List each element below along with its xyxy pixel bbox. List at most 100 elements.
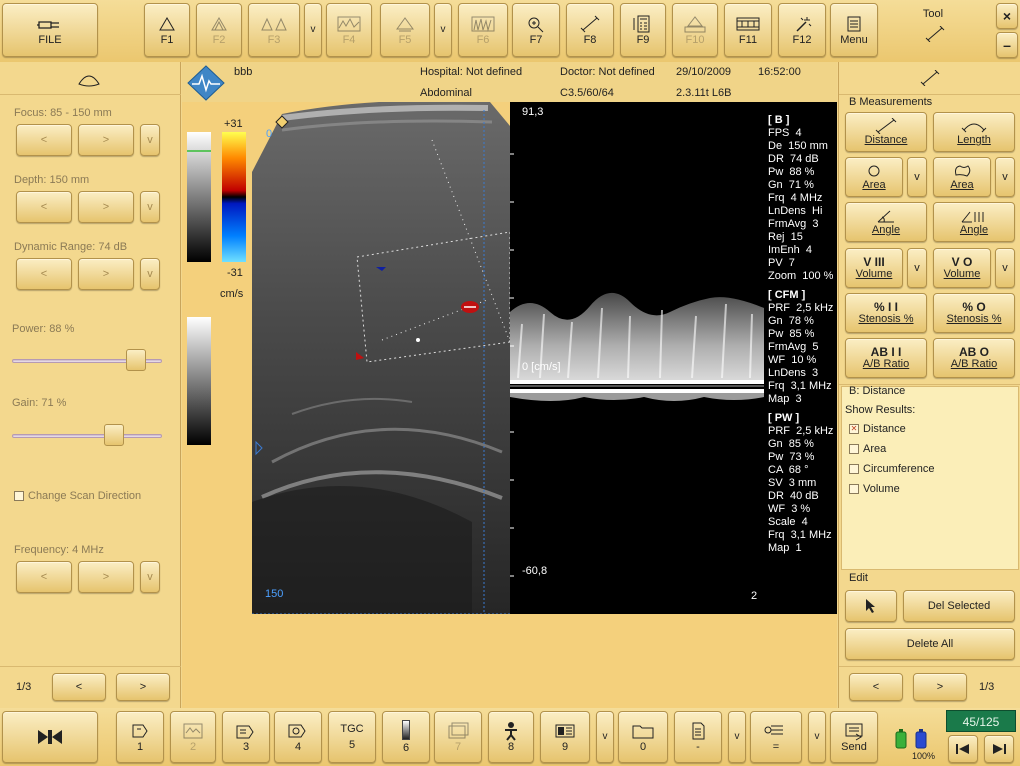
param-row: DR 40 dB bbox=[768, 490, 819, 502]
b-mode-image[interactable] bbox=[252, 102, 510, 614]
key-2-button[interactable]: 2 bbox=[170, 711, 216, 763]
dynamic-range-prev-button[interactable]: < bbox=[16, 258, 72, 290]
checkbox-box[interactable] bbox=[849, 484, 859, 494]
focus-next-button[interactable]: > bbox=[78, 124, 134, 156]
key-0-button[interactable]: 0 bbox=[618, 711, 668, 763]
send-button[interactable]: Send bbox=[830, 711, 878, 763]
pw-doppler-spectrum[interactable] bbox=[510, 102, 764, 614]
skip-back-icon bbox=[956, 744, 969, 754]
key-5-tgc-button[interactable]: TGC 5 bbox=[328, 711, 376, 763]
key-4-button[interactable]: 4 bbox=[274, 711, 322, 763]
key-3-button[interactable]: 3 bbox=[222, 711, 270, 763]
key-6-button[interactable]: 6 bbox=[382, 711, 430, 763]
f4-button[interactable]: F4 bbox=[326, 3, 372, 57]
zoom-icon bbox=[528, 17, 544, 33]
minimize-button[interactable]: – bbox=[996, 32, 1018, 58]
scale-bottom-label: -31 bbox=[227, 267, 243, 279]
f12-button[interactable]: F12 bbox=[778, 3, 826, 57]
delete-selected-button[interactable]: Del Selected bbox=[903, 590, 1015, 622]
frequency-next-button[interactable]: > bbox=[78, 561, 134, 593]
file-label: FILE bbox=[38, 34, 62, 46]
checkbox-box[interactable] bbox=[849, 444, 859, 454]
distance-measure-button[interactable]: Distance bbox=[845, 112, 927, 152]
menu-button[interactable]: Menu bbox=[830, 3, 878, 57]
area-ellipse-button[interactable]: Area bbox=[845, 157, 903, 197]
right-page-prev-button[interactable]: < bbox=[849, 673, 903, 701]
depth-next-button[interactable]: > bbox=[78, 191, 134, 223]
f2-button[interactable]: F2 bbox=[196, 3, 242, 57]
doppler-gray-bar bbox=[187, 317, 211, 445]
dynamic-range-dropdown[interactable]: v bbox=[140, 258, 160, 290]
f5-dropdown[interactable]: v bbox=[434, 3, 452, 57]
file-button[interactable]: FILE bbox=[2, 3, 98, 57]
exam-time: 16:52:00 bbox=[758, 66, 801, 78]
f11-button[interactable]: F11 bbox=[724, 3, 772, 57]
key-1-button[interactable]: 1 bbox=[116, 711, 164, 763]
gain-slider-track[interactable] bbox=[12, 434, 162, 438]
depth-prev-button[interactable]: < bbox=[16, 191, 72, 223]
frequency-prev-button[interactable]: < bbox=[16, 561, 72, 593]
close-button[interactable]: × bbox=[996, 3, 1018, 29]
change-scan-direction-checkbox[interactable]: Change Scan Direction bbox=[14, 490, 141, 502]
volume-3dist-button[interactable]: V III Volume bbox=[845, 248, 903, 288]
volume-ellipse-dropdown[interactable]: v bbox=[995, 248, 1015, 288]
stenosis-area-button[interactable]: % O Stenosis % bbox=[933, 293, 1015, 333]
left-page-prev-button[interactable]: < bbox=[52, 673, 106, 701]
right-page-next-button[interactable]: > bbox=[913, 673, 967, 701]
f10-button[interactable]: F10 bbox=[672, 3, 718, 57]
power-slider-thumb[interactable] bbox=[126, 349, 147, 371]
left-page-next-button[interactable]: > bbox=[116, 673, 170, 701]
distance-caliper-icon bbox=[875, 118, 897, 134]
checkbox-checked[interactable]: ✕ bbox=[849, 424, 859, 434]
dynamic-range-next-button[interactable]: > bbox=[78, 258, 134, 290]
key-equals-dropdown[interactable]: v bbox=[808, 711, 826, 763]
param-group-header: [ CFM ] bbox=[768, 289, 806, 301]
angle-multi-button[interactable]: Angle bbox=[933, 202, 1015, 242]
area-trace-button[interactable]: Area bbox=[933, 157, 991, 197]
key-minus-button[interactable]: - bbox=[674, 711, 722, 763]
f1-button[interactable]: F1 bbox=[144, 3, 190, 57]
volume-ellipse-button[interactable]: V O Volume bbox=[933, 248, 991, 288]
cine-first-button[interactable] bbox=[948, 735, 978, 763]
frequency-dropdown[interactable]: v bbox=[140, 561, 160, 593]
checkbox-box[interactable] bbox=[849, 464, 859, 474]
length-measure-button[interactable]: Length bbox=[933, 112, 1015, 152]
f9-button[interactable]: F9 bbox=[620, 3, 666, 57]
key-7-button[interactable]: 7 bbox=[434, 711, 482, 763]
result-volume-checkbox[interactable]: Volume bbox=[849, 483, 900, 495]
cine-last-button[interactable] bbox=[984, 735, 1014, 763]
delete-all-button[interactable]: Delete All bbox=[845, 628, 1015, 660]
f6-button[interactable]: F6 bbox=[458, 3, 508, 57]
f8-button[interactable]: F8 bbox=[566, 3, 614, 57]
checkbox-box[interactable] bbox=[14, 491, 24, 501]
ab-ratio-area-button[interactable]: AB O A/B Ratio bbox=[933, 338, 1015, 378]
freeze-button[interactable] bbox=[2, 711, 98, 763]
select-pointer-button[interactable] bbox=[845, 590, 897, 622]
f7-button[interactable]: F7 bbox=[512, 3, 560, 57]
volume-3dist-dropdown[interactable]: v bbox=[907, 248, 927, 288]
result-distance-checkbox[interactable]: ✕ Distance bbox=[849, 423, 906, 435]
measurement-panel: B Measurements Distance Length Area v Ar… bbox=[838, 62, 1020, 708]
gain-slider-thumb[interactable] bbox=[104, 424, 125, 446]
f3-dropdown[interactable]: v bbox=[304, 3, 322, 57]
area-ellipse-dropdown[interactable]: v bbox=[907, 157, 927, 197]
key-9-dropdown[interactable]: v bbox=[596, 711, 614, 763]
focus-prev-button[interactable]: < bbox=[16, 124, 72, 156]
param-row: Gn 71 % bbox=[768, 179, 814, 191]
f3-button[interactable]: F3 bbox=[248, 3, 300, 57]
depth-label: Depth: 150 mm bbox=[14, 174, 90, 186]
key-minus-dropdown[interactable]: v bbox=[728, 711, 746, 763]
ab-ratio-distance-button[interactable]: AB I I A/B Ratio bbox=[845, 338, 927, 378]
key-9-button[interactable]: 9 bbox=[540, 711, 590, 763]
focus-dropdown[interactable]: v bbox=[140, 124, 160, 156]
key-8-button[interactable]: 8 bbox=[488, 711, 534, 763]
result-area-checkbox[interactable]: Area bbox=[849, 443, 886, 455]
depth-dropdown[interactable]: v bbox=[140, 191, 160, 223]
stenosis-diameter-button[interactable]: % I I Stenosis % bbox=[845, 293, 927, 333]
f5-button[interactable]: F5 bbox=[380, 3, 430, 57]
area-trace-dropdown[interactable]: v bbox=[995, 157, 1015, 197]
angle-button[interactable]: Angle bbox=[845, 202, 927, 242]
result-circumference-checkbox[interactable]: Circumference bbox=[849, 463, 935, 475]
frequency-label: Frequency: 4 MHz bbox=[14, 544, 104, 556]
key-equals-button[interactable]: = bbox=[750, 711, 802, 763]
